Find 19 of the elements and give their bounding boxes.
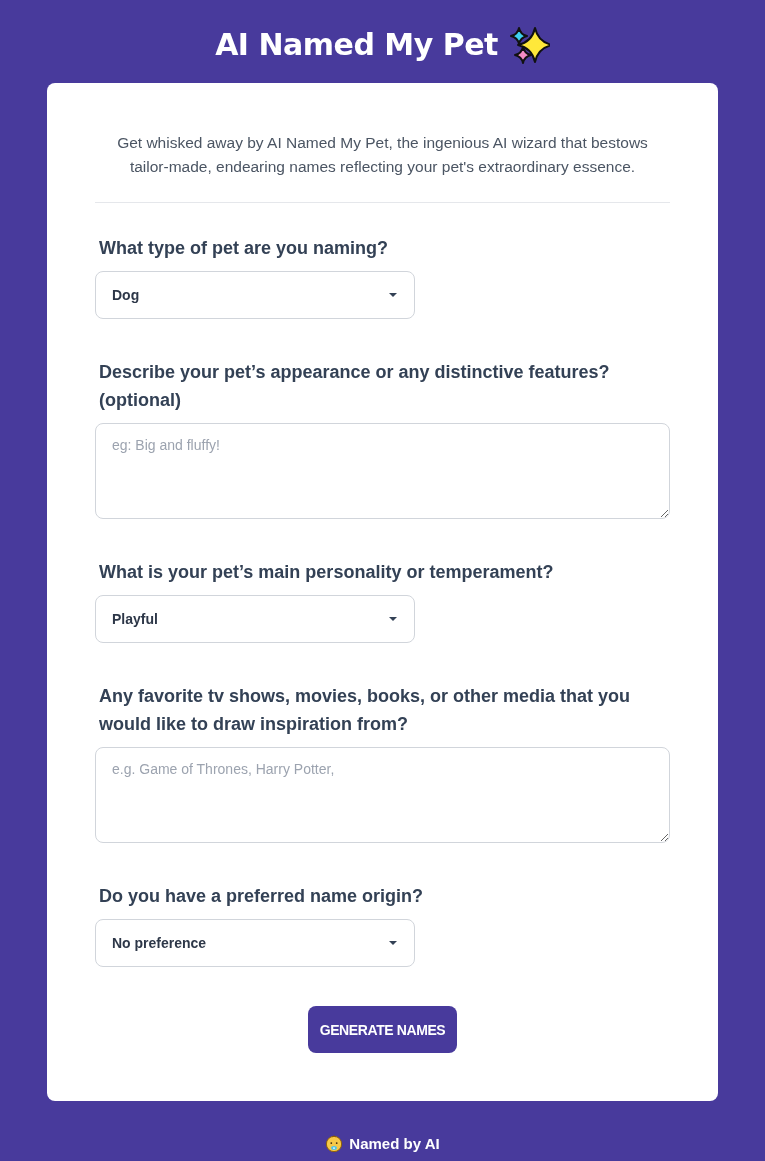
field-label: Describe your pet’s appearance or any distinctive features? (optional) xyxy=(98,361,611,412)
intro-text: Get whisked away by AI Named My Pet, the ingenious AI wizard that bestows tailor-made, endearing names reflecting your pet's extraordinary essence. xyxy=(116,133,649,177)
footer-text: Named by AI xyxy=(349,1136,440,1152)
text-area-field[interactable]: eg: Big and fluffy! xyxy=(95,423,670,519)
text-area-field[interactable]: e.g. Game of Thrones, Harry Potter, xyxy=(95,747,670,843)
generate-names-button[interactable]: GENERATE NAMES xyxy=(307,1006,458,1053)
caret-icon xyxy=(389,617,397,621)
caret-icon xyxy=(389,293,397,297)
sparkles-icon xyxy=(509,25,550,65)
field-label: What type of pet are you naming? xyxy=(98,237,389,260)
field-label: Do you have a preferred name origin? xyxy=(98,885,424,908)
page-title: AI Named My Pet xyxy=(215,26,498,64)
select-dropdown[interactable]: Playful xyxy=(95,595,415,643)
select-dropdown[interactable]: Dog xyxy=(95,271,415,319)
caret-icon xyxy=(389,941,397,945)
select-dropdown[interactable]: No preference xyxy=(95,919,415,967)
field-label: Any favorite tv shows, movies, books, or other media that you would like to draw inspiration from? xyxy=(98,685,632,736)
field-label: What is your pet’s main personality or temperament? xyxy=(98,561,554,584)
baby-icon xyxy=(325,1135,344,1153)
